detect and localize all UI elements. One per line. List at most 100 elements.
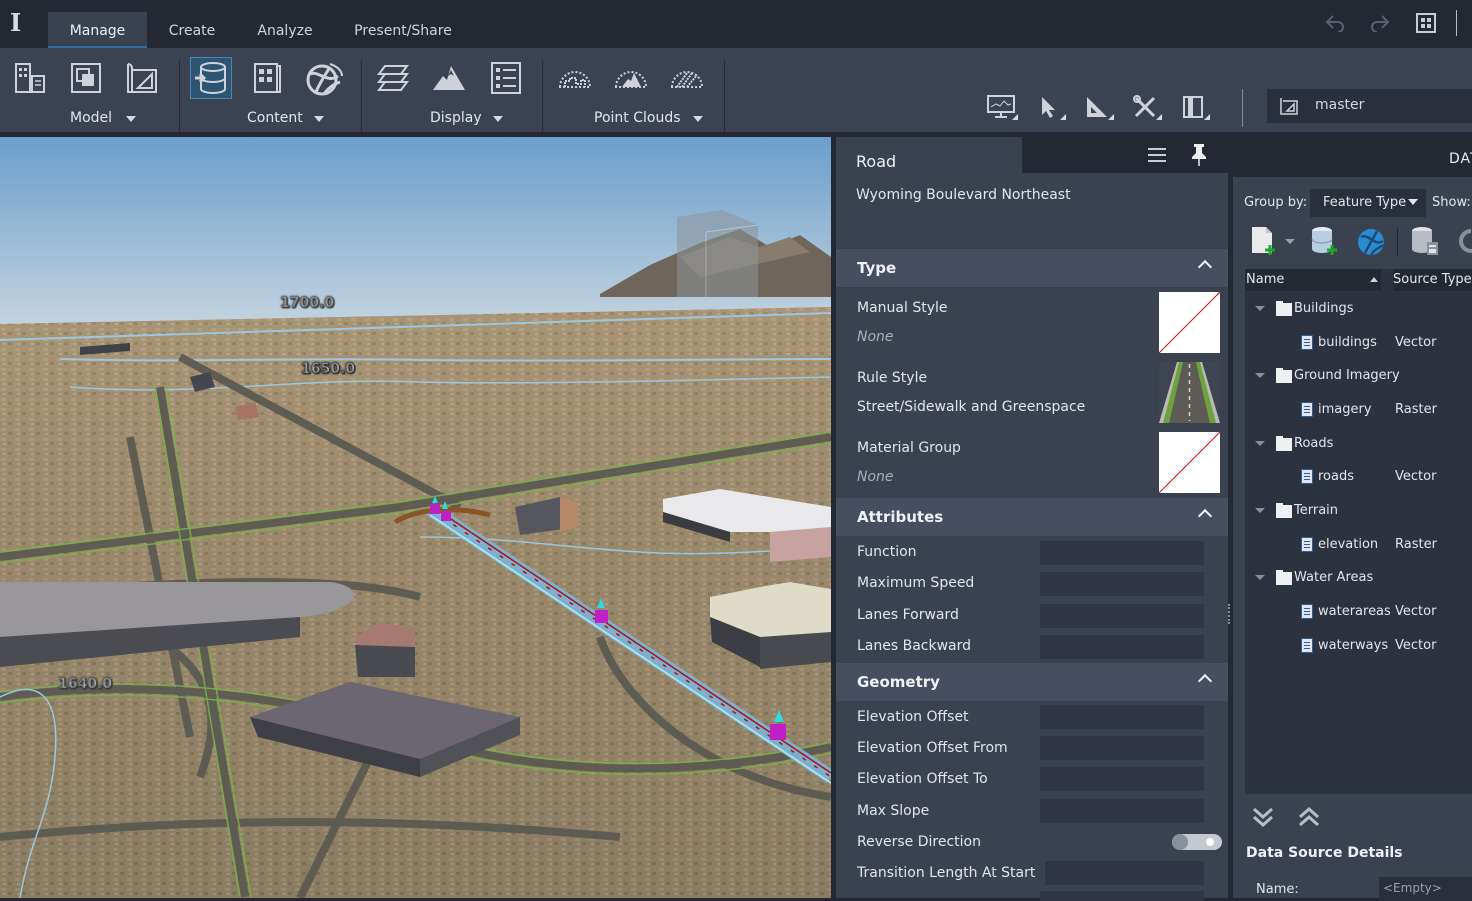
ribbon-group-label: Point Clouds [594,110,681,126]
add-source-dropdown-caret[interactable] [1285,239,1295,244]
tree-item[interactable]: waterareas Vector [1245,602,1472,624]
lanes-backward-input[interactable] [1040,635,1204,659]
tab-manage[interactable]: Manage [48,12,147,48]
tree-item[interactable]: elevation Raster [1245,535,1472,557]
section-geometry-header[interactable]: Geometry [836,663,1228,701]
layers-button[interactable] [373,58,413,98]
column-header-source-type[interactable]: Source Type [1393,269,1472,291]
app-logo[interactable]: I [10,8,21,37]
menu-icon[interactable] [1148,148,1166,162]
pointcloud-buildings-button[interactable] [555,58,595,98]
undo-button[interactable] [1324,12,1346,34]
folder-icon [1276,368,1292,383]
asset-library-button[interactable] [248,58,288,98]
terrain-button[interactable] [429,58,469,98]
select-tool[interactable] [1032,92,1066,122]
tree-item[interactable]: imagery Raster [1245,400,1472,422]
point-clouds-dropdown-caret[interactable] [693,116,703,122]
tree-item[interactable]: buildings Vector [1245,333,1472,355]
measure-tool[interactable] [1080,92,1114,122]
transition-length-start-input[interactable] [1045,861,1204,885]
toggle-knob [1172,834,1188,850]
expand-arrow-icon[interactable] [1255,441,1265,446]
elevation-offset-to-input[interactable] [1040,767,1204,791]
dropdown-indicator [1204,114,1210,120]
content-dropdown-caret[interactable] [314,116,324,122]
name-label: Name: [1256,882,1299,897]
add-database-button[interactable] [1308,225,1340,257]
collapse-all-button[interactable] [1297,805,1321,833]
tree-group-terrain[interactable]: Terrain [1245,501,1472,523]
column-header-name[interactable]: Name [1245,269,1381,291]
field-label: Lanes Forward [857,607,959,623]
group-name: Ground Imagery [1294,368,1400,383]
pin-icon[interactable] [1190,143,1208,167]
tab-create[interactable]: Create [160,12,224,48]
bookmark-tool[interactable] [1176,92,1210,122]
model-plan-button[interactable] [122,58,162,98]
pointcloud-lines-button[interactable] [667,58,707,98]
rule-style-swatch[interactable] [1159,362,1220,423]
double-chevron-down-icon [1253,807,1273,828]
maximum-speed-input[interactable] [1040,572,1204,596]
next-field-input[interactable] [1040,891,1204,901]
tree-group-ground-imagery[interactable]: Ground Imagery [1245,366,1472,388]
tree-group-water-areas[interactable]: Water Areas [1245,568,1472,590]
elevation-offset-input[interactable] [1040,705,1204,729]
3d-viewport[interactable]: 1700.0 1650.0 1640.0 [0,137,831,898]
redo-button[interactable] [1369,12,1391,34]
refresh-button[interactable] [1455,225,1472,257]
lanes-forward-input[interactable] [1040,604,1204,628]
empty-swatch-icon [1159,432,1220,493]
display-dropdown-caret[interactable] [493,116,503,122]
expand-all-button[interactable] [1251,805,1275,833]
tab-present-share[interactable]: Present/Share [350,12,456,48]
expand-arrow-icon[interactable] [1255,306,1265,311]
expand-arrow-icon[interactable] [1255,373,1265,378]
data-panel-title: DATA [1449,151,1472,167]
max-slope-input[interactable] [1040,799,1204,823]
section-attributes-header[interactable]: Attributes [836,498,1228,536]
material-group-swatch[interactable] [1159,432,1220,493]
model-dropdown-caret[interactable] [126,116,136,122]
dropdown-indicator [1108,114,1114,120]
tree-item[interactable]: roads Vector [1245,467,1472,489]
tree-group-roads[interactable]: Roads [1245,434,1472,456]
asset-library-icon [254,63,281,93]
section-title: Attributes [857,508,944,526]
add-file-source-button[interactable] [1248,225,1280,257]
proposal-selector[interactable]: master [1267,89,1472,123]
data-panel: DATA Group by: Feature Type Show: Name S… [1233,137,1472,901]
model-layers-button[interactable] [66,58,106,98]
reverse-direction-toggle[interactable] [1172,834,1222,850]
contour-label: 1650.0 [301,361,355,377]
data-sources-button[interactable] [190,57,232,99]
pointcloud-terrain-button[interactable] [611,58,651,98]
database-properties-button[interactable] [1409,225,1441,257]
fullscreen-button[interactable] [1415,12,1437,34]
tab-analyze[interactable]: Analyze [250,12,320,48]
tools-tool[interactable] [1128,92,1162,122]
group-name: Terrain [1294,503,1339,518]
tree-item[interactable]: waterways Vector [1245,636,1472,658]
name-input[interactable]: <Empty> [1379,877,1472,901]
expand-arrow-icon[interactable] [1255,575,1265,580]
model-plan-icon [127,63,157,93]
item-source-type: Vector [1395,469,1437,484]
model-buildings-button[interactable] [10,58,50,98]
document-icon [1301,604,1313,619]
list-button[interactable] [486,58,526,98]
function-input[interactable] [1040,541,1204,565]
group-by-dropdown[interactable]: Feature Type [1310,189,1426,217]
tree-group-buildings[interactable]: Buildings [1245,299,1472,321]
navigation-cube[interactable] [677,210,759,297]
add-web-source-button[interactable] [1355,225,1387,257]
expand-arrow-icon[interactable] [1255,508,1265,513]
ribbon-group-point-clouds: Point Clouds [543,48,725,132]
section-type-header[interactable]: Type [836,249,1228,287]
monitor-chart-tool[interactable] [984,92,1018,122]
elevation-offset-from-input[interactable] [1040,736,1204,760]
globe-button[interactable] [304,58,344,98]
panel-splitter-handle[interactable] [1228,604,1231,624]
manual-style-swatch[interactable] [1159,292,1220,353]
